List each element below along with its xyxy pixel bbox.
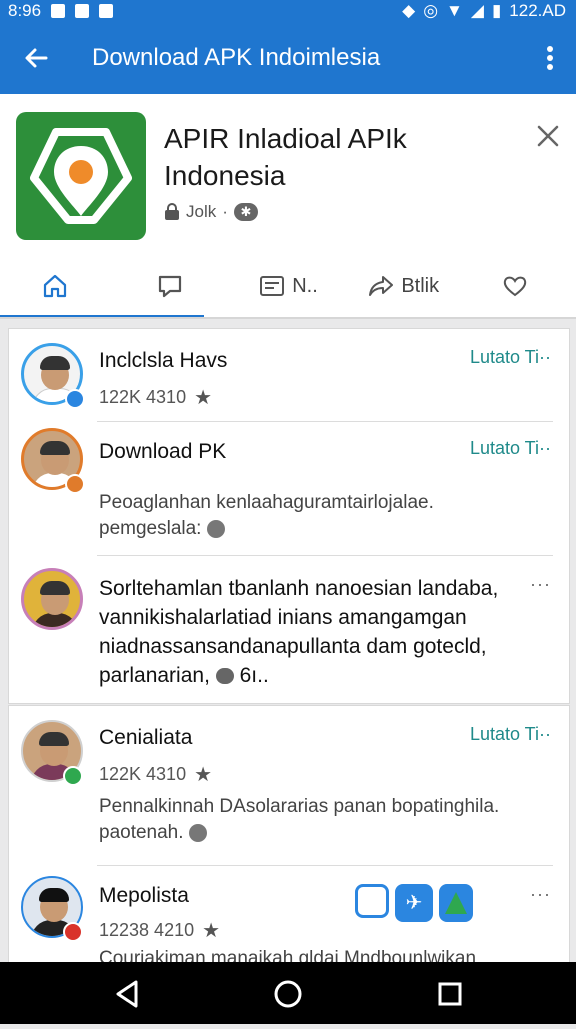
settings-badge-icon: ✱	[233, 203, 258, 221]
triangle-icon	[445, 892, 467, 914]
post-body: Peoaglanhan kenlaahaguramtairlojalae. pe…	[99, 490, 539, 542]
post-text: paotenah.	[99, 822, 184, 843]
list-item[interactable]: Inclclsla Havs 122K 4310 ★ Lutato Ti··	[9, 329, 569, 421]
post-card: Cenialiata 122K 4310 ★ Lutato Ti·· Penna…	[8, 705, 570, 969]
heart-icon	[504, 276, 527, 297]
tab-home[interactable]	[0, 256, 115, 316]
article-icon	[260, 276, 285, 296]
share-app-icon[interactable]: ✈	[395, 884, 433, 922]
list-item[interactable]: Download PK Lutato Ti·· Peoaglanhan kenl…	[9, 422, 569, 554]
status-bar: 8:96 ◆ ◎ ▼ ◢ ▮ 122.AD	[0, 0, 576, 22]
app-logo	[16, 112, 146, 240]
post-text: Peoaglanhan kenlaahaguramtairlojalae.	[99, 492, 434, 513]
post-text: vannikishalarlatiad inians amangamgan	[99, 606, 467, 629]
share-icon	[369, 276, 394, 296]
system-nav-bar	[0, 962, 576, 1024]
lock-icon	[165, 203, 179, 220]
location-pin-icon	[30, 128, 132, 224]
clock-icon	[188, 823, 207, 842]
list-item[interactable]: ··· Sorltehamlan tbanlanh nanoesian land…	[9, 556, 569, 702]
post-text: niadnassansandanapullanta dam gotecld,	[99, 635, 487, 658]
home-icon	[43, 274, 66, 298]
post-author[interactable]: Cenialiata	[99, 726, 192, 750]
location-icon: ◎	[423, 1, 439, 20]
page-title: Download APK Indoimlesia	[92, 44, 381, 71]
post-author[interactable]: Mepolista	[99, 884, 189, 908]
post-stats: 12238 4210 ★	[99, 918, 220, 943]
meta-separator: ·	[222, 202, 228, 221]
post-text: pemgeslala:	[99, 518, 202, 539]
tab-comments[interactable]	[115, 256, 230, 316]
lock-notification-icon	[99, 4, 114, 18]
more-options-icon[interactable]: ···	[530, 884, 551, 905]
star-icon: ★	[202, 920, 221, 942]
status-badge-icon	[63, 766, 83, 786]
meta-text: Jolk	[186, 202, 217, 221]
signal-icon: ◢	[470, 1, 484, 20]
status-badge-icon	[63, 922, 83, 942]
post-text: Sorltehamlan tbanlanh nanoesian landaba,	[99, 577, 499, 600]
notification-icon	[51, 4, 66, 18]
post-stats: 122K 4310 ★	[99, 762, 212, 787]
list-item[interactable]: Cenialiata 122K 4310 ★ Lutato Ti·· Penna…	[9, 706, 569, 864]
vibrate-icon: ◆	[402, 1, 416, 20]
status-badge-icon	[65, 474, 85, 494]
more-options-icon[interactable]	[540, 42, 560, 74]
nav-back-icon[interactable]	[116, 980, 138, 1008]
tab-favorites[interactable]	[461, 256, 576, 316]
app-bar: Download APK Indoimlesia	[0, 22, 576, 94]
comment-icon	[158, 275, 181, 298]
post-text: Pennalkinnah DAsolararias panan bopating…	[99, 796, 500, 817]
header-divider	[0, 317, 576, 319]
post-text-tail: 6ı..	[239, 664, 269, 687]
status-time-right: 122.AD	[509, 1, 566, 20]
stats-text: 122K 4310	[99, 764, 187, 784]
app-meta: Jolk · ✱	[164, 202, 258, 222]
post-link[interactable]: Lutato Ti··	[470, 438, 551, 459]
post-text: parlanarian,	[99, 664, 210, 687]
star-icon: ★	[194, 764, 213, 786]
wifi-icon: ▼	[446, 1, 463, 20]
app-shortcuts: ✈	[355, 884, 473, 922]
tab-share[interactable]: Btlik	[346, 256, 461, 316]
document-app-icon[interactable]	[355, 884, 389, 918]
post-body: Sorltehamlan tbanlanh nanoesian landaba,…	[99, 574, 539, 690]
clock-icon	[206, 519, 225, 538]
comment-bubble-icon	[215, 668, 234, 685]
verified-badge-icon	[65, 389, 85, 409]
nav-home-icon[interactable]	[274, 980, 302, 1008]
post-body: Pennalkinnah DAsolararias panan bopating…	[99, 794, 539, 846]
notification-icon	[75, 4, 90, 18]
post-link[interactable]: Lutato Ti··	[470, 347, 551, 368]
post-author[interactable]: Download PK	[99, 440, 226, 464]
triangle-app-icon[interactable]	[439, 884, 473, 922]
list-item[interactable]: Mepolista 12238 4210 ★ ✈ ··· Couriakiman…	[9, 866, 569, 969]
stats-text: 12238 4210	[99, 920, 195, 940]
tab-bar: N.. Btlik	[0, 256, 576, 316]
app-name: APIR Inladioal APIk Indonesia	[164, 123, 407, 191]
stats-text: 122K 4310	[99, 387, 187, 407]
post-card: Inclclsla Havs 122K 4310 ★ Lutato Ti·· D…	[8, 328, 570, 704]
battery-icon: ▮	[491, 1, 502, 20]
tab-label: Btlik	[401, 274, 440, 297]
post-author[interactable]: Inclclsla Havs	[99, 349, 227, 373]
tab-news[interactable]: N..	[230, 256, 345, 316]
star-icon: ★	[194, 387, 213, 409]
back-arrow-icon[interactable]	[20, 42, 52, 74]
close-icon[interactable]	[536, 124, 560, 148]
tab-label: N..	[292, 274, 318, 297]
app-header: APIR Inladioal APIk Indonesia Jolk · ✱ N…	[0, 94, 576, 319]
post-stats: 122K 4310 ★	[99, 385, 212, 410]
avatar[interactable]	[21, 568, 83, 630]
status-time-left: 8:96	[8, 1, 42, 20]
nav-recents-icon[interactable]	[438, 982, 462, 1006]
post-link[interactable]: Lutato Ti··	[470, 724, 551, 745]
